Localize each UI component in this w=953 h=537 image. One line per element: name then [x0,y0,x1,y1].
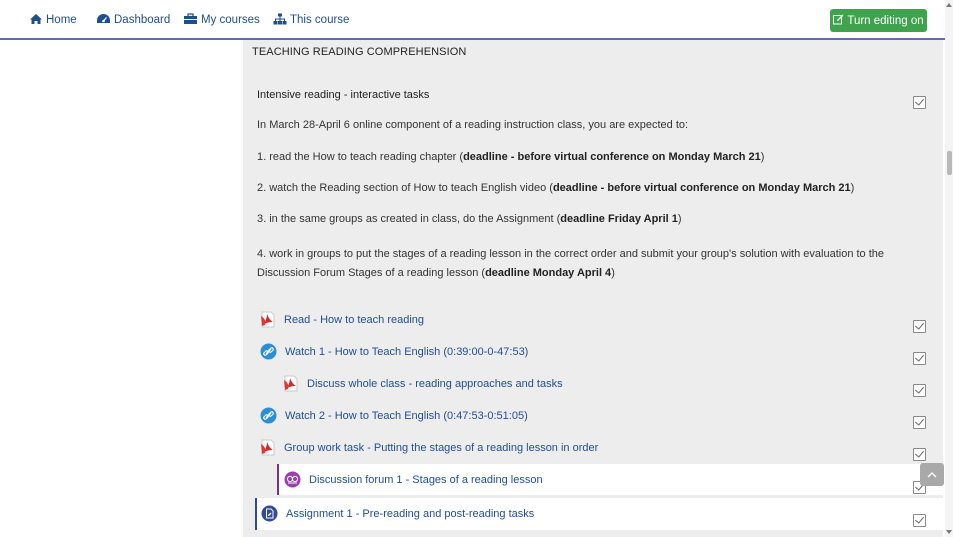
url-link-icon [260,343,277,360]
nav-this-course-label: This course [290,14,350,26]
dashboard-icon [96,13,114,28]
nav-my-courses-label: My courses [201,14,260,26]
pdf-icon [260,311,276,328]
nav-home-link[interactable]: Home [29,12,77,28]
turn-editing-on-label: Turn editing on [847,14,924,27]
activity-watch-2[interactable]: Watch 2 - How to Teach English (0:47:53-… [260,407,528,424]
activity-label: Group work task - Putting the stages of … [284,441,599,454]
assignment-icon [261,505,278,522]
activity-label: Watch 2 - How to Teach English (0:47:53-… [285,409,528,422]
activity-label: Assignment 1 - Pre-reading and post-read… [286,507,535,520]
activity-read-how-to-teach-reading[interactable]: Read - How to teach reading [260,311,424,328]
edit-icon [833,14,847,28]
nav-dashboard-link[interactable]: Dashboard [96,12,170,28]
completion-checkbox-icon[interactable] [913,384,926,397]
activity-watch-1[interactable]: Watch 1 - How to Teach English (0:39:00-… [260,343,528,360]
section-title: TEACHING READING COMPREHENSION [252,46,467,58]
nav-my-courses-link[interactable]: My courses [183,12,260,28]
top-navigation-bar: Home Dashboard My courses This course Tu… [0,0,953,40]
completion-checkbox-icon[interactable] [913,448,926,461]
completion-checkbox-icon[interactable] [913,320,926,333]
activity-discuss-whole-class[interactable]: Discuss whole class - reading approaches… [283,375,563,392]
summary-item-2: 2. watch the Reading section of How to t… [257,182,855,194]
summary-item-4: 4. work in groups to put the stages of a… [257,248,885,279]
activity-label: Read - How to teach reading [284,313,425,326]
forum-row-accent [277,464,279,495]
sitemap-icon [273,13,290,28]
briefcase-icon [183,12,201,28]
back-to-top-button[interactable] [920,463,944,486]
scroll-up-arrow-icon[interactable] [946,3,952,7]
nav-home-label: Home [46,14,77,26]
nav-dashboard-label: Dashboard [114,14,171,26]
completion-checkbox-icon[interactable] [913,514,926,527]
course-section-panel [243,40,943,537]
completion-checkbox-icon[interactable] [913,416,926,429]
activity-group-work-task[interactable]: Group work task - Putting the stages of … [260,439,598,456]
scrollbar-thumb[interactable] [947,151,952,175]
pdf-icon [260,439,276,456]
url-link-icon [260,407,277,424]
completion-checkbox-icon[interactable] [913,352,926,365]
activity-label: Watch 1 - How to Teach English (0:39:00-… [285,345,529,358]
chevron-up-icon [927,469,937,481]
pdf-icon [283,375,299,392]
assignment-row-accent [255,498,257,530]
summary-item-1: 1. read the How to teach reading chapter… [257,151,765,163]
scroll-down-arrow-icon[interactable] [946,530,952,534]
summary-intro-text: In March 28-April 6 online component of … [257,119,689,131]
scrollbar-track[interactable] [945,0,953,537]
activity-assignment-1[interactable]: Assignment 1 - Pre-reading and post-read… [261,505,534,522]
activity-label: Discuss whole class - reading approaches… [307,377,563,390]
summary-heading: Intensive reading - interactive tasks [257,89,430,101]
summary-item-3: 3. in the same groups as created in clas… [257,213,682,225]
activity-label: Discussion forum 1 - Stages of a reading… [309,473,543,486]
nav-this-course-link[interactable]: This course [273,12,349,28]
completion-checkbox-icon[interactable] [913,96,926,109]
turn-editing-on-button[interactable]: Turn editing on [830,9,927,32]
activity-discussion-forum-1[interactable]: Discussion forum 1 - Stages of a reading… [284,471,543,488]
forum-icon [284,471,301,488]
home-icon [29,13,46,28]
